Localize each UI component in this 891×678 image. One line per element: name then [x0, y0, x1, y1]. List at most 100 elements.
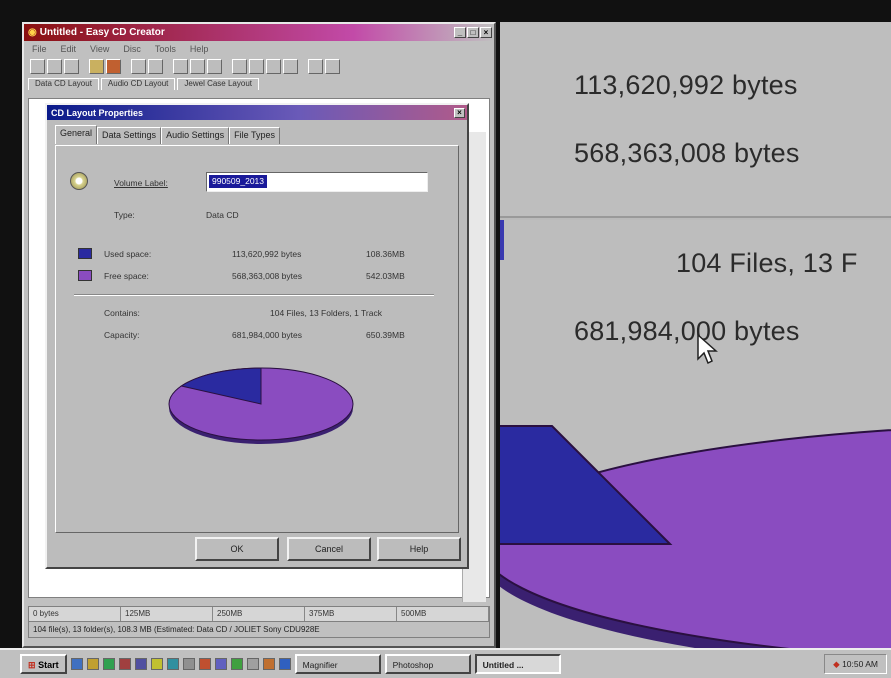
- app-title: Untitled - Easy CD Creator: [39, 27, 165, 38]
- status-text: 104 file(s), 13 folder(s), 108.3 MB (Est…: [28, 622, 490, 638]
- capacity-bytes: 681,984,000 bytes: [232, 330, 302, 340]
- app-icon: ◉: [28, 27, 37, 38]
- cd-layout-properties-dialog: CD Layout Properties × General Data Sett…: [45, 103, 469, 569]
- whats-this-icon[interactable]: [325, 58, 340, 74]
- quick-launch-icon[interactable]: [182, 658, 195, 670]
- explore-icon[interactable]: [173, 58, 188, 74]
- remove-icon[interactable]: [106, 58, 121, 74]
- task-label: Magnifier: [302, 660, 338, 670]
- magnified-contains: 104 Files, 13 F: [676, 248, 858, 278]
- used-space-bytes: 113,620,992 bytes: [232, 249, 302, 259]
- quick-launch-icon[interactable]: [102, 658, 115, 670]
- taskbar-photoshop[interactable]: Photoshop: [384, 654, 471, 674]
- quick-launch-icon[interactable]: [278, 658, 291, 670]
- quick-launch-icon[interactable]: [118, 658, 131, 670]
- app-title-bar[interactable]: ◉ Untitled - Easy CD Creator _ □ ×: [24, 24, 494, 41]
- quick-launch-icon[interactable]: [246, 658, 259, 670]
- cd-icon[interactable]: [131, 58, 146, 74]
- copy-icon[interactable]: [207, 58, 222, 74]
- quick-launch-icon[interactable]: [198, 658, 211, 670]
- tab-data-settings[interactable]: Data Settings: [97, 127, 162, 144]
- free-space-mb: 542.03MB: [366, 271, 405, 281]
- open-icon[interactable]: [47, 58, 62, 74]
- add-icon[interactable]: [89, 58, 104, 74]
- ruler-label: 375MB: [305, 607, 397, 621]
- volume-label-value: 990509_2013: [209, 175, 268, 188]
- help-button[interactable]: Help: [377, 537, 461, 561]
- desktop: ◉ Untitled - Easy CD Creator _ □ × File …: [0, 0, 891, 678]
- quick-launch-icon[interactable]: [150, 658, 163, 670]
- ok-button[interactable]: OK: [195, 537, 279, 561]
- menu-tools[interactable]: Tools: [155, 44, 176, 54]
- magnified-pie-chart: [500, 425, 891, 648]
- dialog-close-button[interactable]: ×: [454, 107, 465, 118]
- toolbar-separator: [123, 59, 129, 74]
- quick-launch-icon[interactable]: [86, 658, 99, 670]
- cut-icon[interactable]: [190, 58, 205, 74]
- contains-value: 104 Files, 13 Folders, 1 Track: [270, 308, 382, 318]
- help-icon[interactable]: [308, 58, 323, 74]
- contains-caption: Contains:: [104, 308, 140, 318]
- general-panel: Volume Label: 990509_2013 Type: Data CD …: [55, 145, 459, 533]
- tab-general[interactable]: General: [55, 125, 98, 144]
- ruler-label: 0 bytes: [29, 607, 121, 621]
- ruler-label: 500MB: [397, 607, 489, 621]
- task-label: Photoshop: [392, 660, 434, 670]
- close-button[interactable]: ×: [480, 27, 492, 38]
- menu-edit[interactable]: Edit: [61, 44, 77, 54]
- free-space-caption: Free space:: [104, 271, 149, 281]
- toolbar-separator: [81, 59, 87, 74]
- divider: [74, 294, 434, 296]
- quick-launch-icon[interactable]: [70, 658, 83, 670]
- used-space-swatch: [78, 248, 92, 259]
- toolbar-separator: [224, 59, 230, 74]
- menu-file[interactable]: File: [32, 44, 47, 54]
- tab-file-types[interactable]: File Types: [229, 127, 280, 144]
- properties-icon[interactable]: [148, 58, 163, 74]
- details-icon[interactable]: [283, 58, 298, 74]
- tab-audio-settings[interactable]: Audio Settings: [161, 127, 230, 144]
- start-button[interactable]: ⊞ Start: [20, 654, 67, 674]
- dialog-title: CD Layout Properties: [51, 107, 144, 118]
- toolbar: [24, 56, 494, 76]
- menu-help[interactable]: Help: [190, 44, 209, 54]
- taskbar-magnifier[interactable]: Magnifier: [294, 654, 381, 674]
- tab-data-cd-layout[interactable]: Data CD Layout: [28, 78, 99, 90]
- ruler-label: 125MB: [121, 607, 213, 621]
- save-icon[interactable]: [64, 58, 79, 74]
- volume-label-caption: Volume Label:: [114, 178, 168, 188]
- magnified-upper-area: 113,620,992 bytes 568,363,008 bytes: [500, 22, 891, 218]
- dialog-tabs: General Data Settings Audio Settings Fil…: [55, 125, 280, 144]
- start-label: Start: [38, 660, 59, 670]
- cancel-button[interactable]: Cancel: [287, 537, 371, 561]
- quick-launch-icon[interactable]: [230, 658, 243, 670]
- toolbar-separator: [165, 59, 171, 74]
- mouse-pointer-icon: [697, 333, 718, 365]
- volume-icon[interactable]: ◆: [833, 659, 840, 669]
- used-space-caption: Used space:: [104, 249, 152, 259]
- quick-launch-icon[interactable]: [134, 658, 147, 670]
- capacity-caption: Capacity:: [104, 330, 140, 340]
- small-icons-icon[interactable]: [249, 58, 264, 74]
- tab-jewel-case-layout[interactable]: Jewel Case Layout: [177, 78, 259, 90]
- minimize-button[interactable]: _: [454, 27, 466, 38]
- clock[interactable]: 10:50 AM: [842, 659, 878, 669]
- dialog-title-bar[interactable]: CD Layout Properties ×: [47, 105, 467, 120]
- maximize-button[interactable]: □: [467, 27, 479, 38]
- list-icon[interactable]: [266, 58, 281, 74]
- quick-launch-icon[interactable]: [166, 658, 179, 670]
- quick-launch-icon[interactable]: [262, 658, 275, 670]
- menu-view[interactable]: View: [90, 44, 109, 54]
- ruler-label: 250MB: [213, 607, 305, 621]
- capacity-mb: 650.39MB: [366, 330, 405, 340]
- large-icons-icon[interactable]: [232, 58, 247, 74]
- tab-audio-cd-layout[interactable]: Audio CD Layout: [100, 78, 176, 90]
- taskbar-untitled[interactable]: Untitled ...: [474, 654, 561, 674]
- magnified-swatch-fragment: [500, 220, 504, 260]
- quick-launch-icon[interactable]: [214, 658, 227, 670]
- volume-label-input[interactable]: 990509_2013: [206, 172, 428, 192]
- disc-usage-pie-chart: [168, 367, 354, 444]
- menu-disc[interactable]: Disc: [123, 44, 141, 54]
- free-space-swatch: [78, 270, 92, 281]
- new-icon[interactable]: [30, 58, 45, 74]
